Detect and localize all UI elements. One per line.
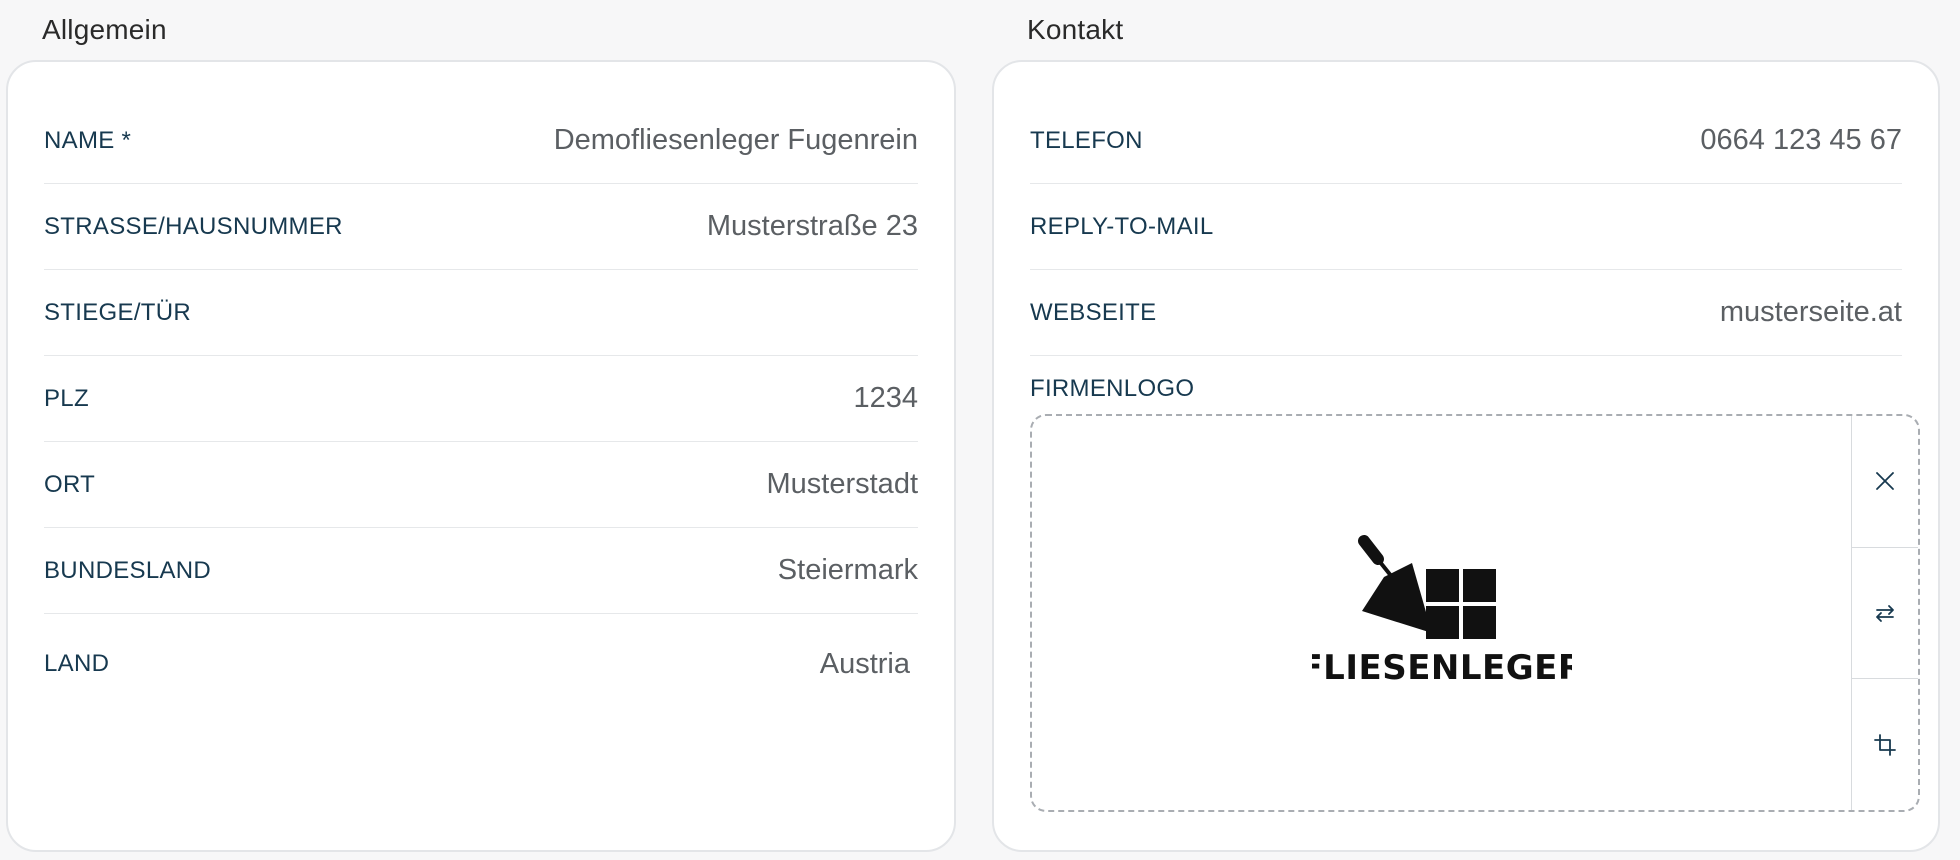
field-reply-to-mail[interactable]: REPLY-TO-MAIL: [1030, 184, 1902, 270]
field-logo: FIRMENLOGO: [1030, 356, 1902, 422]
company-logo: FLIESENLEGER: [1312, 535, 1572, 688]
field-label: PLZ: [44, 384, 89, 412]
field-label: STRASSE/HAUSNUMMER: [44, 212, 343, 240]
field-zip[interactable]: PLZ 1234: [44, 356, 918, 442]
field-label: WEBSEITE: [1030, 298, 1157, 326]
logo-tools: [1851, 416, 1918, 810]
crop-logo-button[interactable]: [1852, 679, 1918, 810]
contact-card: TELEFON 0664 123 45 67 REPLY-TO-MAIL WEB…: [992, 60, 1940, 852]
crop-icon: [1874, 733, 1896, 756]
close-icon: [1876, 472, 1894, 491]
field-value[interactable]: 1234: [853, 382, 918, 415]
general-card: NAME * Demofliesenleger Fugenrein STRASS…: [6, 60, 956, 852]
field-phone[interactable]: TELEFON 0664 123 45 67: [1030, 98, 1902, 184]
field-label: ORT: [44, 470, 96, 498]
logo-preview: FLIESENLEGER: [1032, 416, 1852, 810]
field-name[interactable]: NAME * Demofliesenleger Fugenrein: [44, 98, 918, 184]
field-website[interactable]: WEBSEITE musterseite.at: [1030, 270, 1902, 356]
field-state[interactable]: BUNDESLAND Steiermark: [44, 528, 918, 614]
field-label: NAME *: [44, 126, 132, 154]
section-title-general: Allgemein: [42, 14, 167, 45]
field-value[interactable]: Demofliesenleger Fugenrein: [554, 124, 918, 157]
swap-icon: [1876, 605, 1894, 622]
section-title-contact: Kontakt: [1027, 14, 1124, 45]
logo-upload-area[interactable]: FLIESENLEGER: [1030, 414, 1920, 812]
field-label: FIRMENLOGO: [1030, 375, 1195, 402]
country-select[interactable]: Austria: [820, 648, 918, 681]
field-country[interactable]: LAND Austria: [44, 614, 918, 714]
field-value[interactable]: Musterstraße 23: [707, 210, 918, 243]
field-label: STIEGE/TÜR: [44, 298, 192, 326]
field-label: LAND: [44, 650, 110, 677]
replace-logo-button[interactable]: [1852, 548, 1918, 680]
field-value[interactable]: 0664 123 45 67: [1700, 124, 1902, 157]
field-label: TELEFON: [1030, 126, 1143, 154]
field-value[interactable]: Musterstadt: [767, 468, 919, 501]
logo-wordmark: FLIESENLEGER: [1312, 648, 1572, 688]
field-street[interactable]: STRASSE/HAUSNUMMER Musterstraße 23: [44, 184, 918, 270]
field-stair-door[interactable]: STIEGE/TÜR: [44, 270, 918, 356]
field-label: BUNDESLAND: [44, 556, 212, 584]
field-value[interactable]: Steiermark: [778, 554, 918, 587]
field-city[interactable]: ORT Musterstadt: [44, 442, 918, 528]
field-label: REPLY-TO-MAIL: [1030, 212, 1214, 240]
field-value[interactable]: musterseite.at: [1720, 296, 1902, 329]
remove-logo-button[interactable]: [1852, 416, 1918, 548]
